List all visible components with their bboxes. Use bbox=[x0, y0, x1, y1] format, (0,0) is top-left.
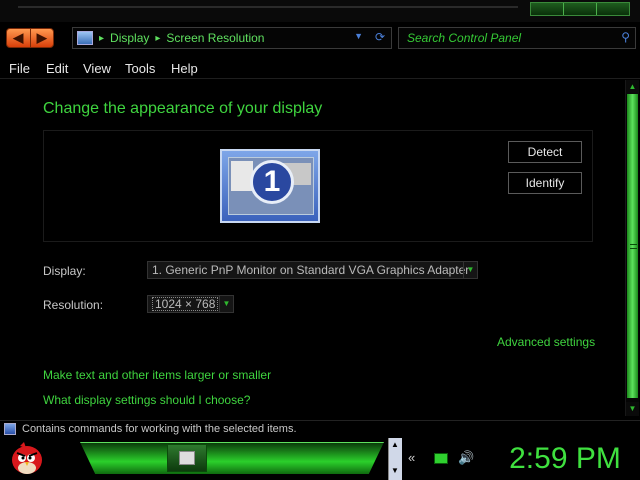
vertical-scrollbar[interactable]: ▲ ▼ bbox=[625, 80, 639, 416]
display-select[interactable]: 1. Generic PnP Monitor on Standard VGA G… bbox=[147, 261, 478, 279]
monitor-number-badge: 1 bbox=[250, 160, 294, 204]
taskbar-scroll[interactable]: ▲ ▼ bbox=[388, 438, 402, 480]
arrow-right-icon: ▶ bbox=[36, 30, 47, 45]
menu-edit[interactable]: Edit bbox=[46, 61, 68, 76]
scrollbar-grip bbox=[630, 244, 637, 249]
title-divider bbox=[18, 6, 518, 8]
display-settings-help-link[interactable]: What display settings should I choose? bbox=[43, 393, 250, 407]
chevron-down-icon[interactable]: ▼ bbox=[219, 296, 233, 312]
back-button[interactable]: ◀ bbox=[7, 29, 31, 47]
taskbar-control-panel-button[interactable] bbox=[167, 444, 207, 472]
menu-file[interactable]: File bbox=[9, 61, 30, 76]
text-size-link[interactable]: Make text and other items larger or smal… bbox=[43, 368, 271, 382]
monitor-preview-panel: 1 Detect Identify bbox=[43, 130, 593, 242]
breadcrumb-screen-resolution[interactable]: Screen Resolution bbox=[166, 31, 264, 45]
scroll-up-arrow-icon[interactable]: ▲ bbox=[391, 440, 399, 449]
menu-view[interactable]: View bbox=[83, 61, 111, 76]
minimize-button[interactable] bbox=[531, 3, 564, 15]
taskbar-clock[interactable]: 2:59 PM bbox=[500, 442, 630, 476]
resolution-select-value: 1024 × 768 bbox=[152, 297, 219, 311]
detect-button[interactable]: Detect bbox=[508, 141, 582, 163]
status-text: Contains commands for working with the s… bbox=[22, 423, 297, 435]
forward-button[interactable]: ▶ bbox=[31, 29, 54, 47]
display-label: Display: bbox=[43, 264, 86, 278]
breadcrumb-display[interactable]: Display bbox=[110, 31, 149, 45]
maximize-button[interactable] bbox=[564, 3, 597, 15]
display-select-value: 1. Generic PnP Monitor on Standard VGA G… bbox=[152, 263, 470, 277]
scroll-up-arrow-icon[interactable]: ▲ bbox=[626, 80, 639, 94]
navigation-bar: ◀ ▶ ▸ Display ▸ Screen Resolution ▼ ⟳ ⚲ bbox=[0, 24, 640, 54]
resolution-select[interactable]: 1024 × 768 ▼ bbox=[147, 295, 234, 313]
chevron-down-icon[interactable]: ▼ bbox=[463, 262, 477, 278]
status-icon bbox=[4, 423, 16, 435]
angry-bird-start-icon[interactable] bbox=[10, 440, 44, 476]
advanced-settings-link[interactable]: Advanced settings bbox=[497, 335, 595, 349]
scroll-down-arrow-icon[interactable]: ▼ bbox=[391, 466, 399, 475]
menu-tools[interactable]: Tools bbox=[125, 61, 155, 76]
control-panel-icon bbox=[77, 31, 93, 45]
page-title: Change the appearance of your display bbox=[43, 100, 323, 117]
identify-button[interactable]: Identify bbox=[508, 172, 582, 194]
refresh-icon[interactable]: ⟳ bbox=[375, 30, 385, 44]
scroll-down-arrow-icon[interactable]: ▼ bbox=[626, 402, 639, 416]
breadcrumb-separator[interactable]: ▸ bbox=[155, 33, 160, 44]
show-hidden-icons-icon[interactable]: « bbox=[408, 450, 415, 465]
search-box: ⚲ bbox=[398, 27, 636, 49]
menu-bar: File Edit View Tools Help bbox=[0, 58, 640, 79]
address-bar[interactable]: ▸ Display ▸ Screen Resolution ▼ ⟳ bbox=[72, 27, 392, 49]
taskbar: ▲ ▼ « 🔊 2:59 PM bbox=[0, 438, 640, 480]
resolution-label: Resolution: bbox=[43, 298, 104, 312]
search-input[interactable] bbox=[407, 31, 607, 45]
window-title-bar bbox=[0, 0, 640, 22]
network-icon[interactable] bbox=[434, 453, 448, 464]
chevron-down-icon[interactable]: ▼ bbox=[354, 31, 363, 41]
monitor-1-preview[interactable]: 1 bbox=[220, 149, 320, 223]
search-icon[interactable]: ⚲ bbox=[621, 30, 630, 44]
status-bar: Contains commands for working with the s… bbox=[0, 420, 640, 438]
scrollbar-thumb[interactable] bbox=[627, 94, 638, 398]
control-panel-taskbar-icon bbox=[179, 451, 195, 465]
arrow-left-icon: ◀ bbox=[13, 30, 24, 45]
taskbar-band bbox=[80, 442, 384, 474]
breadcrumb-separator[interactable]: ▸ bbox=[99, 33, 104, 44]
volume-icon[interactable]: 🔊 bbox=[458, 450, 474, 466]
window-controls bbox=[530, 2, 630, 16]
main-content: Change the appearance of your display 1 … bbox=[0, 80, 624, 416]
close-button[interactable] bbox=[597, 3, 629, 15]
menu-help[interactable]: Help bbox=[171, 61, 198, 76]
back-forward-buttons: ◀ ▶ bbox=[6, 28, 54, 48]
system-tray: « 🔊 bbox=[404, 444, 492, 474]
